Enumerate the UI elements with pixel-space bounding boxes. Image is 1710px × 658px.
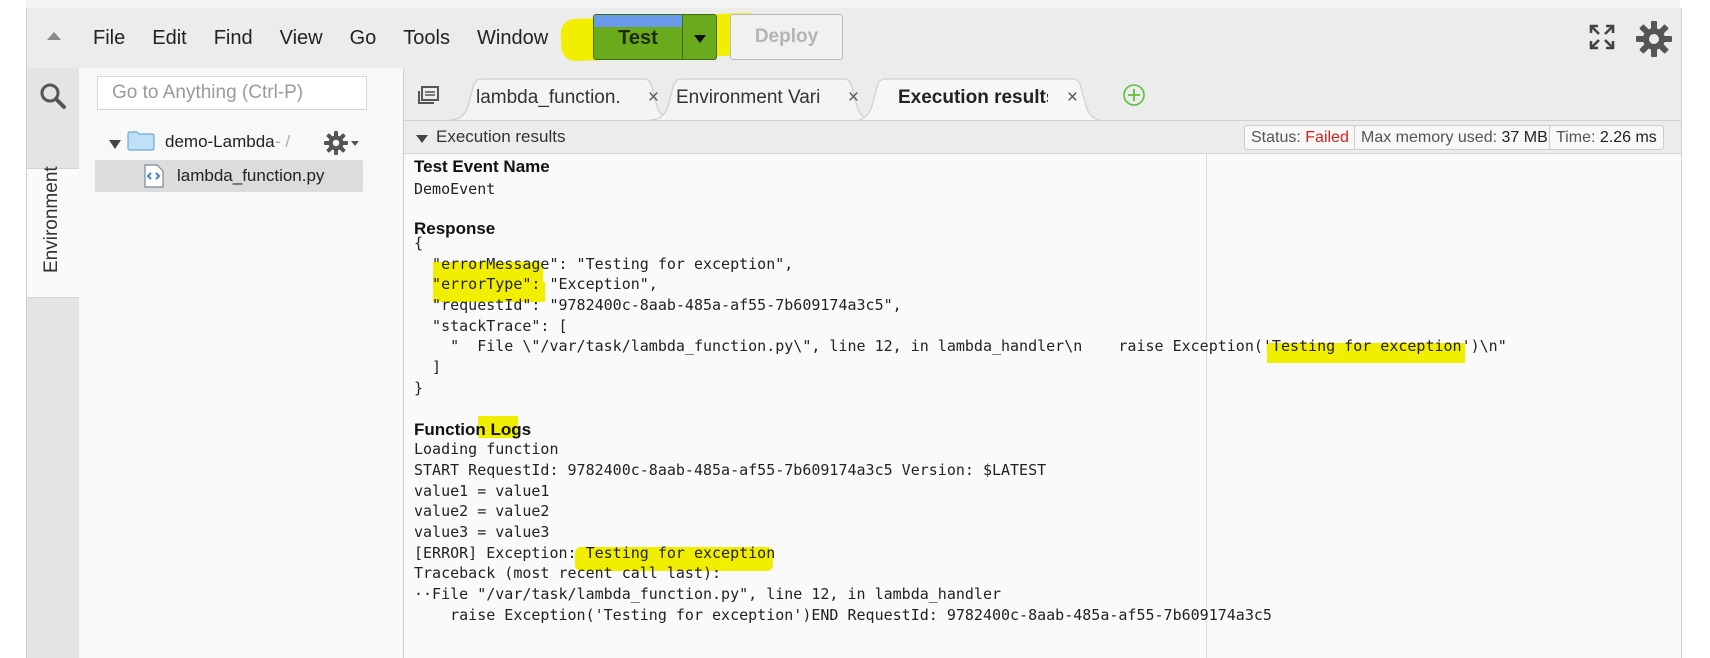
log-line: Loading function (414, 440, 559, 458)
test-event-heading: Test Event Name (414, 157, 550, 176)
logs-heading-prefix: Function (414, 420, 491, 439)
memory-badge: Max memory used: 37 MB (1354, 125, 1555, 150)
deploy-button[interactable]: Deploy (730, 14, 843, 60)
tree-settings-gear-icon[interactable] (323, 130, 349, 156)
time-badge: Time: 2.26 ms (1549, 125, 1664, 150)
menu: File Edit Find View Go Tools Window (93, 26, 575, 50)
tab-label: Execution results (898, 87, 1048, 108)
test-dropdown-button[interactable] (682, 14, 717, 60)
menu-find[interactable]: Find (214, 26, 253, 50)
add-tab-icon[interactable] (1122, 83, 1146, 107)
response-line: " File \"/var/task/lambda_function.py\",… (414, 337, 1507, 355)
memory-label: Max memory used: (1361, 129, 1498, 146)
menu-window[interactable]: Window (477, 26, 548, 50)
log-line: raise Exception('Testing for exception')… (414, 606, 1272, 624)
caret-down-icon (694, 35, 706, 43)
response-heading: Response (414, 219, 496, 238)
left-side-strip: Environment (27, 68, 79, 658)
editor-area: lambda_function. × Environment Vari × Ex… (403, 68, 1681, 658)
log-line: value1 = value1 (414, 482, 550, 500)
results-title: Execution results (436, 127, 566, 146)
log-line: START RequestId: 9782400c-8aab-485a-af55… (414, 461, 1047, 479)
menu-tools[interactable]: Tools (403, 26, 450, 50)
menu-file[interactable]: File (93, 26, 125, 50)
search-icon[interactable] (39, 82, 67, 110)
log-line: [ERROR] Exception: Testing for exception (414, 544, 776, 562)
log-line: value3 = value3 (414, 523, 550, 541)
response-line: ] (414, 358, 442, 376)
tab-bar: lambda_function. × Environment Vari × Ex… (404, 68, 1681, 121)
execution-results-header: Execution results Status: Failed Max mem… (404, 121, 1681, 154)
print-margin-line (1206, 154, 1207, 658)
response-line: "errorMessage": "Testing for exception", (414, 255, 794, 273)
folder-path-separator: - / (275, 132, 291, 151)
test-button-label: Test (618, 27, 658, 49)
response-line: "requestId": "9782400c-8aab-485a-af55-7b… (414, 296, 902, 314)
python-file-icon (144, 164, 164, 188)
go-to-anything-input[interactable]: Go to Anything (Ctrl-P) (97, 76, 367, 110)
menu-go[interactable]: Go (350, 26, 377, 50)
window-top-strip (26, 0, 1680, 8)
status-label: Status: (1251, 129, 1301, 146)
logs-heading-mark: Logs (490, 420, 532, 439)
tree-settings-caret-icon[interactable] (351, 141, 359, 146)
test-button-accent (594, 15, 682, 27)
close-tab-icon[interactable]: × (1067, 78, 1078, 118)
collapse-results-icon[interactable] (416, 135, 428, 143)
fullscreen-icon[interactable] (1589, 24, 1615, 50)
settings-gear-icon[interactable] (1635, 20, 1673, 58)
tab-environment-variables[interactable]: Environment Vari × (650, 78, 875, 120)
response-line: "errorType": "Exception", (414, 275, 658, 293)
tab-label: Environment Vari (676, 87, 821, 108)
log-line: ··File "/var/task/lambda_function.py", l… (414, 585, 1001, 603)
file-name[interactable]: lambda_function.py (177, 166, 324, 186)
memory-value: 37 MB (1501, 129, 1548, 146)
execution-results-body: Test Event Name DemoEvent Response { "er… (404, 154, 1681, 658)
folder-icon (127, 131, 155, 151)
menu-bar: File Edit Find View Go Tools Window Test… (27, 8, 1681, 68)
response-line: { (414, 234, 424, 252)
log-line: value2 = value2 (414, 502, 550, 520)
expand-folder-icon[interactable] (109, 140, 121, 149)
status-value: Failed (1305, 129, 1349, 146)
environment-tab-label: Environment (41, 166, 62, 273)
collapse-up-icon[interactable] (47, 32, 61, 40)
test-event-value: DemoEvent (414, 180, 496, 198)
response-line: } (414, 379, 424, 397)
status-badge: Status: Failed (1244, 125, 1356, 150)
tab-execution-results[interactable]: Execution results × (854, 78, 1104, 120)
time-value: 2.26 ms (1599, 129, 1657, 146)
menu-view[interactable]: View (280, 26, 323, 50)
time-label: Time: (1556, 129, 1596, 146)
tab-label: lambda_function. (476, 87, 621, 108)
environment-tab[interactable]: Environment (27, 166, 79, 298)
tab-lambda-function[interactable]: lambda_function. × (450, 78, 675, 120)
folder-name[interactable]: demo-Lambda (165, 132, 275, 152)
file-tree-panel: Go to Anything (Ctrl-P) demo-Lambda - / (79, 68, 403, 658)
tab-list-icon[interactable] (418, 86, 440, 104)
function-logs-heading: Function Logs (414, 420, 531, 440)
log-line: Traceback (most recent call last): (414, 564, 722, 582)
response-line: "stackTrace": [ (414, 317, 568, 335)
cloud9-ide: File Edit Find View Go Tools Window Test… (26, 8, 1682, 658)
menu-edit[interactable]: Edit (152, 26, 186, 50)
test-button[interactable]: Test (593, 14, 683, 60)
